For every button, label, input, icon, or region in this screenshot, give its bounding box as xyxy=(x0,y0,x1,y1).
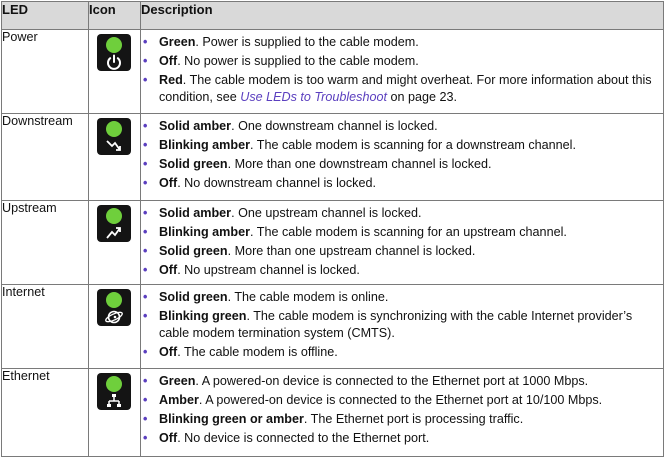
led-name: Ethernet xyxy=(1,368,89,457)
row-downstream: Downstream • Solid amber. One downstream … xyxy=(1,113,664,201)
downstream-arrow-icon xyxy=(106,140,121,151)
header-led: LED xyxy=(1,1,89,30)
list-item: • Off. No downstream channel is locked. xyxy=(143,176,376,190)
list-item: • Solid green. The cable modem is online. xyxy=(143,290,389,304)
list-item: • Off. No upstream channel is locked. xyxy=(143,263,360,277)
upstream-arrow-icon xyxy=(106,227,121,239)
list-item: • Blinking amber. The cable modem is scan… xyxy=(143,138,576,152)
list-item: • Off. No device is connected to the Ethe… xyxy=(143,431,430,445)
led-dot xyxy=(106,208,122,224)
led-name: Downstream xyxy=(1,113,89,201)
led-table: LED Icon Description Power • Green. Power… xyxy=(1,1,664,457)
led-dot xyxy=(106,292,122,308)
power-icon xyxy=(107,54,121,70)
ethernet-icon xyxy=(107,394,121,407)
list-item: • Blinking amber. The cable modem is scan… xyxy=(143,225,567,239)
row-upstream: Upstream • Solid amber. One upstream chan… xyxy=(1,200,664,285)
description-list: • Solid amber. One upstream channel is lo… xyxy=(141,201,663,283)
list-item: • Solid green. More than one upstream cha… xyxy=(143,244,476,258)
list-item: • Off. The cable modem is offline. xyxy=(143,345,338,359)
led-dot xyxy=(106,376,122,392)
list-item: • Blinking green or amber. The Ethernet p… xyxy=(143,412,524,426)
internet-led-icon xyxy=(97,289,131,326)
downstream-led-icon xyxy=(97,118,131,155)
led-name: Upstream xyxy=(1,200,89,285)
description-list: • Green. A powered-on device is connected… xyxy=(141,369,663,451)
description-list: • Solid amber. One downstream channel is … xyxy=(141,114,663,196)
list-item: • Red. The cable modem is too warm and mi… xyxy=(143,73,652,104)
power-led-icon xyxy=(97,34,131,71)
upstream-led-icon xyxy=(97,205,131,242)
led-dot xyxy=(106,121,122,137)
ethernet-led-icon xyxy=(97,373,131,410)
list-item: • Amber. A powered-on device is connected… xyxy=(143,393,603,407)
led-dot xyxy=(106,37,122,53)
globe-icon xyxy=(105,310,123,324)
list-item: • Blinking green. The cable modem is sync… xyxy=(143,309,633,340)
description-list: • Green. Power is supplied to the cable m… xyxy=(141,30,663,110)
row-internet: Internet • Solid green. The cable modem i… xyxy=(1,284,664,369)
header-icon: Icon xyxy=(88,1,141,30)
header-description: Description xyxy=(140,1,664,30)
list-item: • Off. No power is supplied to the cable … xyxy=(143,54,419,68)
list-item: • Green. A powered-on device is connected… xyxy=(143,374,589,388)
header-row: LED Icon Description xyxy=(1,1,664,30)
list-item: • Solid green. More than one downstream c… xyxy=(143,157,492,171)
description-list: • Solid green. The cable modem is online.… xyxy=(141,285,663,365)
list-item: • Green. Power is supplied to the cable m… xyxy=(143,35,419,49)
led-name: Power xyxy=(1,29,89,114)
led-name: Internet xyxy=(1,284,89,369)
list-item: • Solid amber. One downstream channel is … xyxy=(143,119,438,133)
troubleshoot-link[interactable]: Use LEDs to Troubleshoot xyxy=(240,90,387,104)
row-power: Power • Green. Power is supplied to the c… xyxy=(1,29,664,114)
row-ethernet: Ethernet • Green. A powered-on device is… xyxy=(1,368,664,457)
list-item: • Solid amber. One upstream channel is lo… xyxy=(143,206,422,220)
